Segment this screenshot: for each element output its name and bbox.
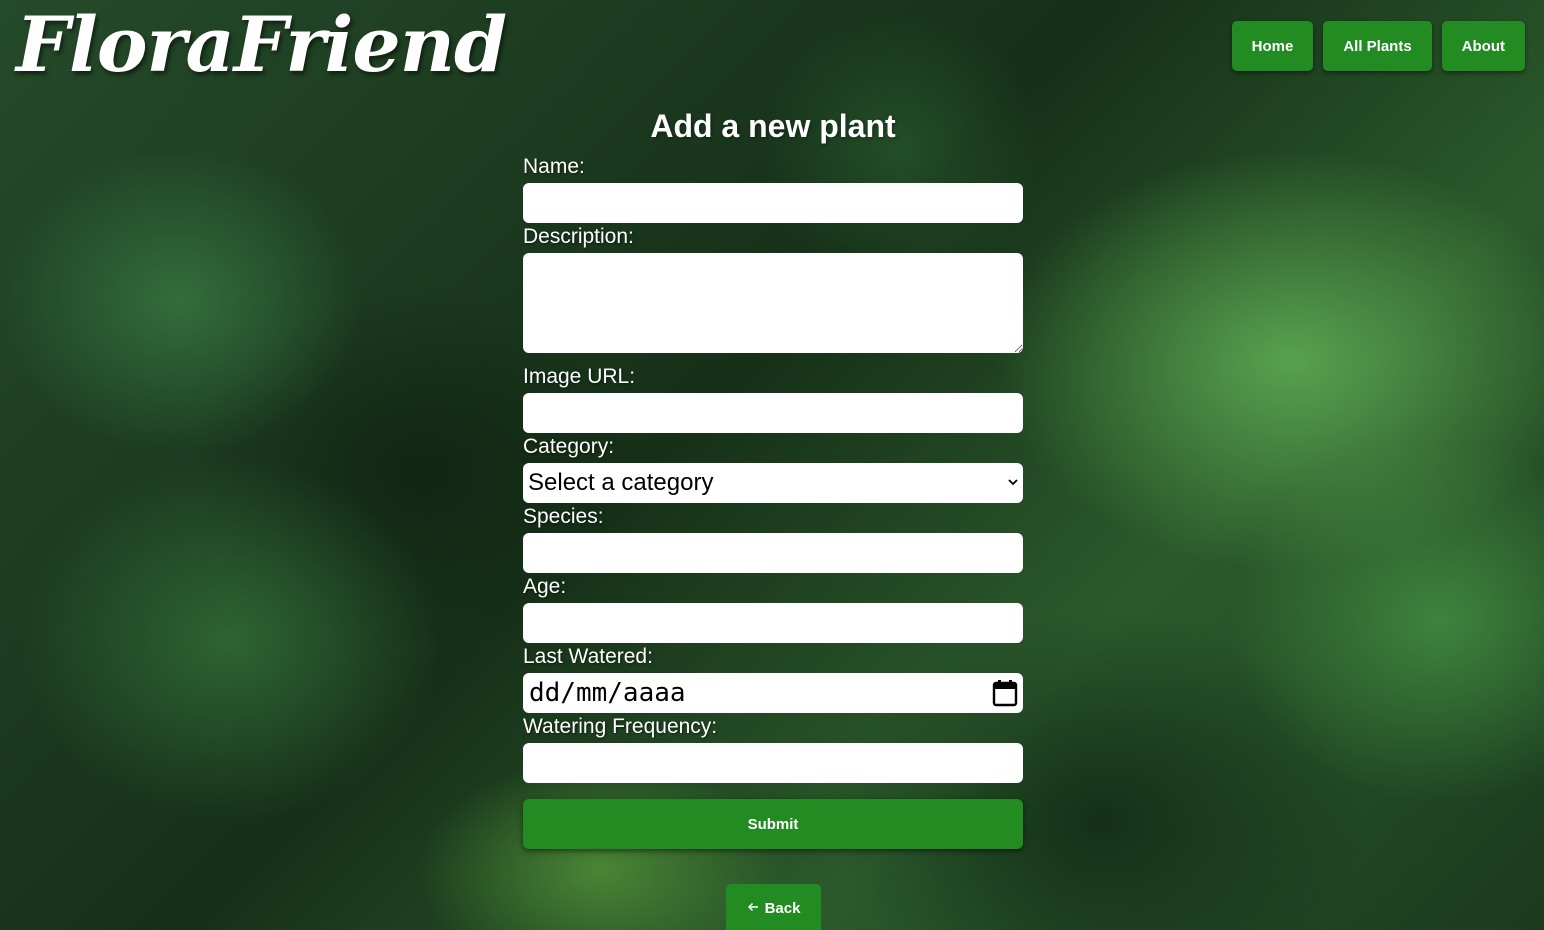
arrow-left-icon: [747, 901, 759, 916]
calendar-icon[interactable]: [992, 679, 1018, 707]
category-selected-value: Select a category: [528, 469, 714, 496]
species-input[interactable]: [523, 533, 1023, 573]
chevron-down-icon: [1007, 463, 1019, 518]
description-textarea[interactable]: [523, 253, 1023, 353]
main-nav: Home All Plants About: [1231, 21, 1525, 71]
back-button[interactable]: Back: [726, 884, 821, 930]
description-label: Description:: [523, 225, 634, 248]
image-url-label: Image URL:: [523, 365, 636, 388]
site-logo[interactable]: FloraFriend: [16, 0, 507, 90]
species-label: Species:: [523, 505, 604, 528]
last-watered-label: Last Watered:: [523, 645, 653, 668]
nav-all-plants-button[interactable]: All Plants: [1323, 21, 1432, 71]
form-title: Add a new plant: [650, 108, 896, 144]
category-select[interactable]: Select a category: [523, 463, 1023, 503]
category-label: Category:: [523, 435, 615, 458]
submit-button[interactable]: Submit: [523, 799, 1023, 849]
add-plant-form: Add a new plant Name: Description: Image…: [523, 105, 1023, 849]
watering-frequency-label: Watering Frequency:: [523, 715, 718, 738]
back-label: Back: [764, 900, 801, 917]
age-input[interactable]: [523, 603, 1023, 643]
name-label: Name:: [523, 155, 585, 178]
age-label: Age:: [523, 575, 567, 598]
last-watered-date-input[interactable]: dd/mm/aaaa: [523, 673, 1023, 713]
image-url-input[interactable]: [523, 393, 1023, 433]
nav-home-button[interactable]: Home: [1231, 21, 1314, 71]
watering-frequency-input[interactable]: [523, 743, 1023, 783]
date-placeholder: dd/mm/aaaa: [529, 678, 686, 708]
name-input[interactable]: [523, 183, 1023, 223]
nav-about-button[interactable]: About: [1441, 21, 1525, 71]
